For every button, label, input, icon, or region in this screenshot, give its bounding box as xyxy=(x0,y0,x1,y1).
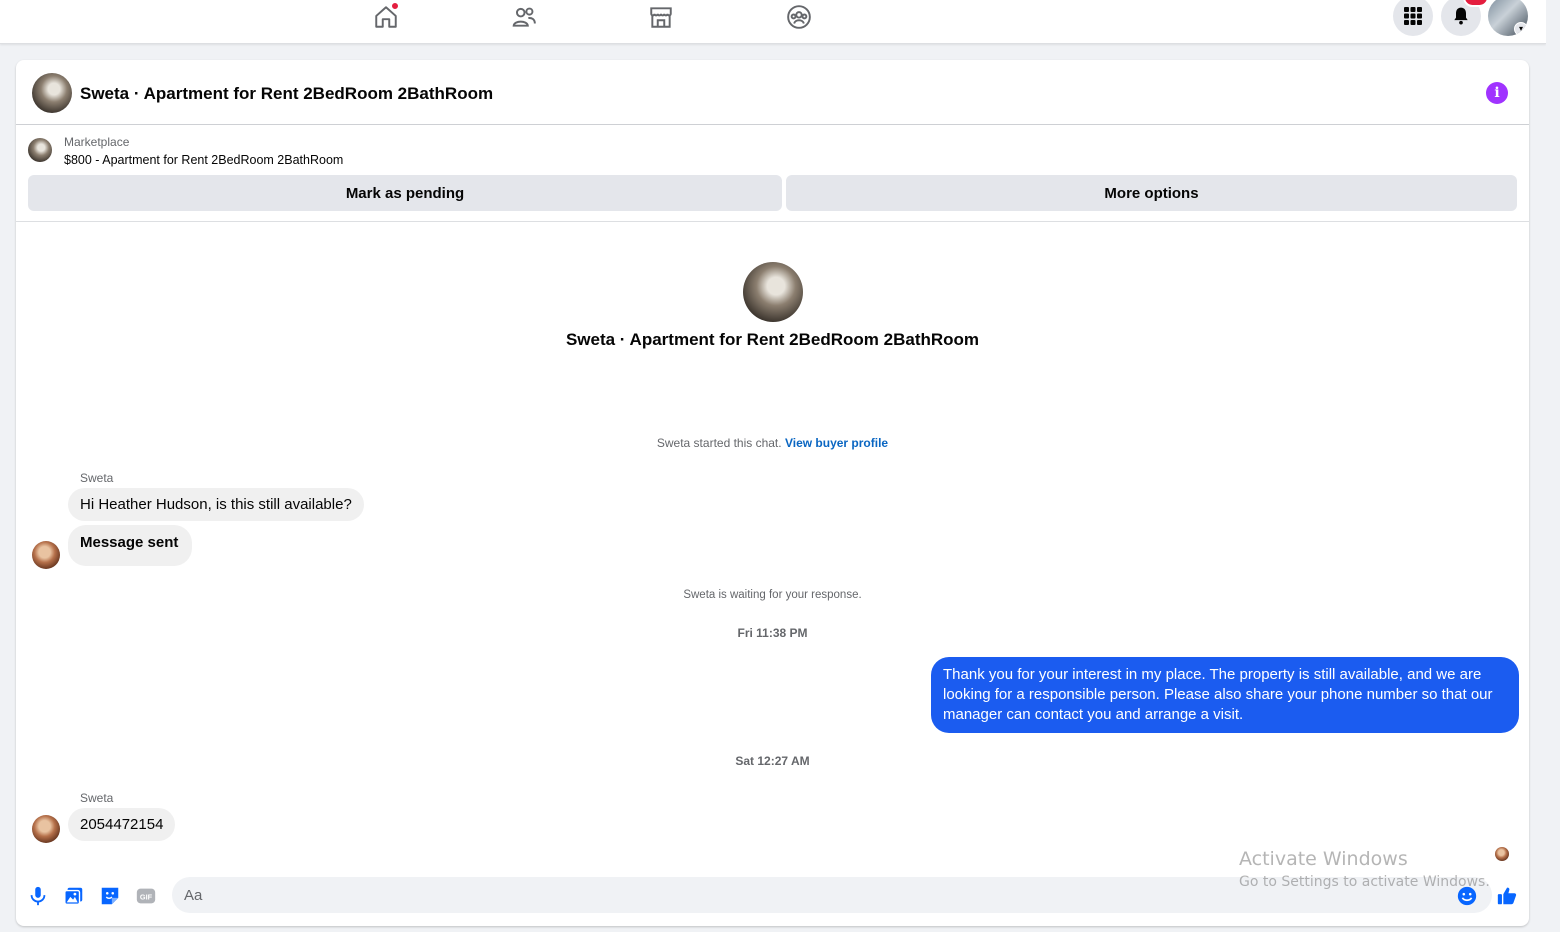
chat-title[interactable]: Sweta · Apartment for Rent 2BedRoom 2Bat… xyxy=(80,84,493,104)
sender-avatar[interactable] xyxy=(32,815,60,843)
listing-avatar[interactable] xyxy=(32,73,72,113)
incoming-message[interactable]: Message sent xyxy=(68,525,193,566)
marketplace-label: Marketplace xyxy=(64,135,130,149)
seen-indicator-avatar xyxy=(1495,847,1509,861)
groups-icon[interactable] xyxy=(784,2,814,32)
conversation-title: Sweta · Apartment for Rent 2BedRoom 2Bat… xyxy=(565,330,980,349)
chat-started-text: Sweta started this chat. xyxy=(656,436,782,450)
message-timestamp: Sat 12:27 AM xyxy=(735,754,810,768)
home-icon[interactable] xyxy=(371,2,401,32)
more-options-button[interactable]: More options xyxy=(786,175,1517,211)
notifications-button[interactable]: 10 xyxy=(1441,0,1489,36)
listing-title[interactable]: $800 - Apartment for Rent 2BedRoom 2Bath… xyxy=(64,153,343,167)
photo-icon[interactable] xyxy=(62,884,86,908)
watermark-subtitle: Go to Settings to activate Windows. xyxy=(1239,874,1490,890)
outgoing-message[interactable]: Thank you for your interest in my place.… xyxy=(931,657,1519,733)
like-icon[interactable] xyxy=(1495,884,1519,908)
notification-dot xyxy=(391,2,399,10)
marketplace-listing-panel: Marketplace $800 - Apartment for Rent 2B… xyxy=(16,126,1529,222)
grid-icon xyxy=(1404,7,1422,25)
sender-avatar[interactable] xyxy=(32,541,60,569)
gif-icon[interactable]: GIF xyxy=(134,884,158,908)
menu-grid-button[interactable] xyxy=(1393,0,1433,36)
scrollbar[interactable] xyxy=(1546,0,1560,932)
mark-as-pending-button[interactable]: Mark as pending xyxy=(28,175,782,211)
watermark-title: Activate Windows xyxy=(1239,848,1408,870)
chat-window: Sweta · Apartment for Rent 2BedRoom 2Bat… xyxy=(16,60,1529,926)
chevron-down-icon: ▾ xyxy=(1514,22,1528,36)
top-nav: 10 ▾ xyxy=(0,0,1546,44)
chat-header: Sweta · Apartment for Rent 2BedRoom 2Bat… xyxy=(16,60,1529,125)
info-icon[interactable]: i xyxy=(1486,82,1508,104)
friends-icon[interactable] xyxy=(509,2,539,32)
chat-started-notice: Sweta started this chat. View buyer prof… xyxy=(16,436,1529,450)
view-buyer-profile-link[interactable]: View buyer profile xyxy=(785,436,888,450)
sticker-icon[interactable] xyxy=(98,884,122,908)
account-avatar-button[interactable]: ▾ xyxy=(1488,0,1528,36)
activate-windows-watermark: Activate Windows Go to Settings to activ… xyxy=(1239,848,1490,890)
conversation-avatar xyxy=(743,262,803,322)
sender-name: Sweta xyxy=(80,791,114,805)
bell-icon xyxy=(1454,7,1468,25)
waiting-notice: Sweta is waiting for your response. xyxy=(683,589,862,601)
svg-text:GIF: GIF xyxy=(140,893,153,902)
sender-name: Sweta xyxy=(80,471,114,485)
marketplace-icon[interactable] xyxy=(646,2,676,32)
listing-thumbnail[interactable] xyxy=(28,138,52,162)
message-timestamp: Fri 11:38 PM xyxy=(737,626,808,640)
incoming-message[interactable]: Hi Heather Hudson, is this still availab… xyxy=(68,488,364,521)
incoming-message[interactable]: 2054472154 xyxy=(68,808,176,841)
microphone-icon[interactable] xyxy=(26,884,50,908)
